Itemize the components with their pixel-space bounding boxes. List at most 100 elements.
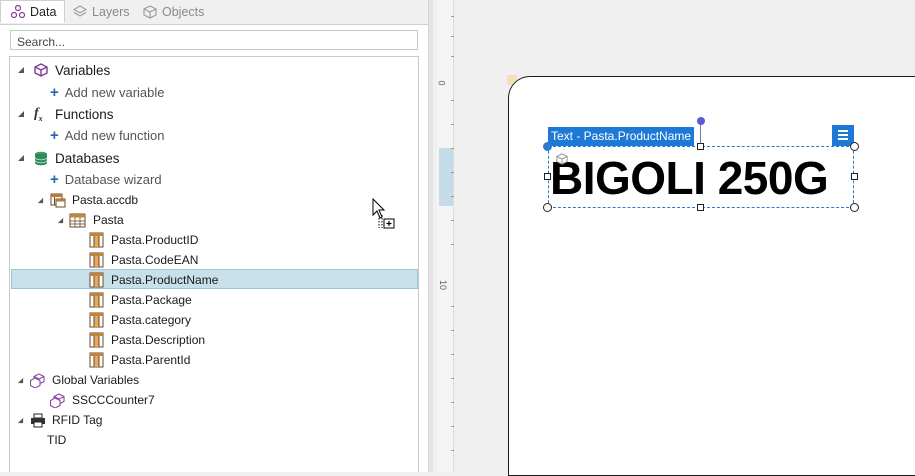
tree-node-global-variables[interactable]: Global Variables	[17, 370, 139, 390]
expanded-triangle-icon[interactable]	[17, 377, 24, 384]
ruler-tick	[451, 16, 454, 17]
tab-data-label: Data	[30, 4, 57, 19]
rotation-handle[interactable]	[697, 117, 705, 125]
field-column-icon	[89, 352, 104, 368]
field-label: Pasta.Package	[111, 293, 192, 307]
field-label: Pasta.category	[111, 313, 192, 327]
plus-icon: +	[50, 126, 59, 144]
tree-node-databases[interactable]: Databases	[17, 148, 120, 168]
resize-handle-bottom-right[interactable]	[850, 203, 859, 212]
field-item[interactable]: Pasta.category	[89, 310, 191, 330]
tree-node-functions-label: Functions	[55, 106, 114, 122]
table-icon	[69, 213, 86, 227]
menu-icon-bar	[838, 134, 848, 136]
ruler-tick	[451, 402, 454, 403]
add-new-variable[interactable]: + Add new variable	[50, 82, 165, 102]
data-panel: Data Layers Objects Variables + Add new …	[0, 0, 428, 472]
ruler-tick	[451, 306, 454, 307]
ruler-tick	[451, 196, 454, 197]
panel-splitter[interactable]	[428, 0, 433, 472]
layers-icon	[73, 4, 87, 17]
field-item[interactable]: Pasta.CodeEAN	[89, 250, 198, 270]
resize-handle-top[interactable]	[697, 143, 704, 150]
data-source-cube-icon	[556, 153, 568, 165]
field-item[interactable]: Pasta.ParentId	[89, 350, 190, 370]
tree-node-global-variables-label: Global Variables	[52, 373, 140, 387]
field-column-icon	[89, 292, 104, 308]
resize-handle-top-left[interactable]	[543, 142, 552, 151]
tree-node-db-file[interactable]: Pasta.accdb	[37, 190, 138, 210]
tree-node-rfid[interactable]: RFID Tag	[17, 410, 102, 430]
ruler-tick	[451, 148, 454, 149]
plus-icon: +	[50, 170, 59, 188]
text-object-content[interactable]: BIGOLI 250G	[550, 150, 856, 206]
field-column-icon	[89, 252, 104, 268]
ruler-tick	[451, 36, 454, 37]
tree-node-table[interactable]: Pasta	[57, 210, 124, 230]
ruler-tick	[451, 354, 454, 355]
field-label: Pasta.ParentId	[111, 353, 191, 367]
resize-handle-left[interactable]	[544, 173, 551, 180]
ruler-tick	[451, 450, 454, 451]
field-label: Pasta.Description	[111, 333, 206, 347]
expanded-triangle-icon[interactable]	[57, 217, 64, 224]
rfid-item[interactable]: TID	[47, 430, 66, 450]
tab-layers[interactable]: Layers	[73, 0, 130, 23]
menu-icon-bar	[838, 138, 848, 140]
field-column-icon	[89, 332, 104, 348]
expanded-triangle-icon[interactable]	[17, 110, 25, 118]
ruler-label-10: 10	[438, 279, 449, 291]
tree-node-variables[interactable]: Variables	[17, 60, 110, 80]
ruler-tick	[451, 426, 454, 427]
resize-handle-bottom[interactable]	[697, 204, 704, 211]
tree-node-table-label: Pasta	[93, 213, 124, 227]
tree-node-functions[interactable]: fx Functions	[17, 104, 114, 124]
expanded-triangle-icon[interactable]	[17, 66, 25, 74]
field-item-selected[interactable]: Pasta.ProductName	[89, 270, 218, 290]
tab-objects[interactable]: Objects	[143, 0, 204, 23]
add-new-variable-label: Add new variable	[64, 84, 165, 100]
function-fx-icon: fx	[34, 105, 43, 123]
field-label: Pasta.ProductID	[111, 233, 199, 247]
global-variable-item[interactable]: SSCCCounter7	[50, 390, 155, 410]
expanded-triangle-icon[interactable]	[17, 154, 25, 162]
field-item[interactable]: Pasta.ProductID	[89, 230, 198, 250]
global-variable-icon	[50, 392, 65, 408]
add-new-function-label: Add new function	[64, 127, 165, 143]
field-label: Pasta.CodeEAN	[111, 253, 199, 267]
resize-handle-bottom-left[interactable]	[543, 203, 552, 212]
global-variable-icon	[30, 372, 45, 388]
menu-icon-bar	[838, 130, 848, 132]
printer-icon	[31, 413, 45, 427]
drag-copy-cursor-icon	[372, 198, 395, 229]
tree-node-db-file-label: Pasta.accdb	[72, 193, 139, 207]
add-new-function[interactable]: + Add new function	[50, 125, 165, 145]
field-column-icon	[89, 312, 104, 328]
database-wizard-label: Database wizard	[64, 171, 162, 187]
database-icon	[34, 151, 48, 165]
tab-data[interactable]: Data	[0, 0, 65, 23]
selected-object-label: Text - Pasta.ProductName	[548, 127, 695, 146]
expanded-triangle-icon[interactable]	[37, 197, 44, 204]
data-tree: Variables + Add new variable fx Function…	[9, 56, 419, 472]
database-wizard[interactable]: + Database wizard	[50, 169, 162, 189]
field-item[interactable]: Pasta.Package	[89, 290, 192, 310]
ruler-tick	[451, 330, 454, 331]
ruler-tick	[451, 124, 454, 125]
variable-cube-icon	[34, 63, 48, 77]
field-label: Pasta.ProductName	[111, 273, 219, 287]
ruler-label-0: 0	[436, 80, 447, 86]
expanded-triangle-icon[interactable]	[17, 417, 24, 424]
rfid-item-label: TID	[47, 433, 67, 447]
resize-handle-top-right[interactable]	[850, 142, 859, 151]
resize-handle-right[interactable]	[851, 173, 858, 180]
panel-tabs: Data Layers Objects	[0, 0, 428, 25]
ruler-selection-highlight	[439, 148, 453, 206]
tree-node-variables-label: Variables	[55, 62, 111, 78]
ruler-tick	[451, 100, 454, 101]
field-item[interactable]: Pasta.Description	[89, 330, 205, 350]
data-sources-icon	[11, 5, 25, 18]
tab-objects-label: Objects	[162, 4, 205, 19]
search-input[interactable]	[10, 30, 418, 50]
plus-icon: +	[50, 83, 59, 101]
